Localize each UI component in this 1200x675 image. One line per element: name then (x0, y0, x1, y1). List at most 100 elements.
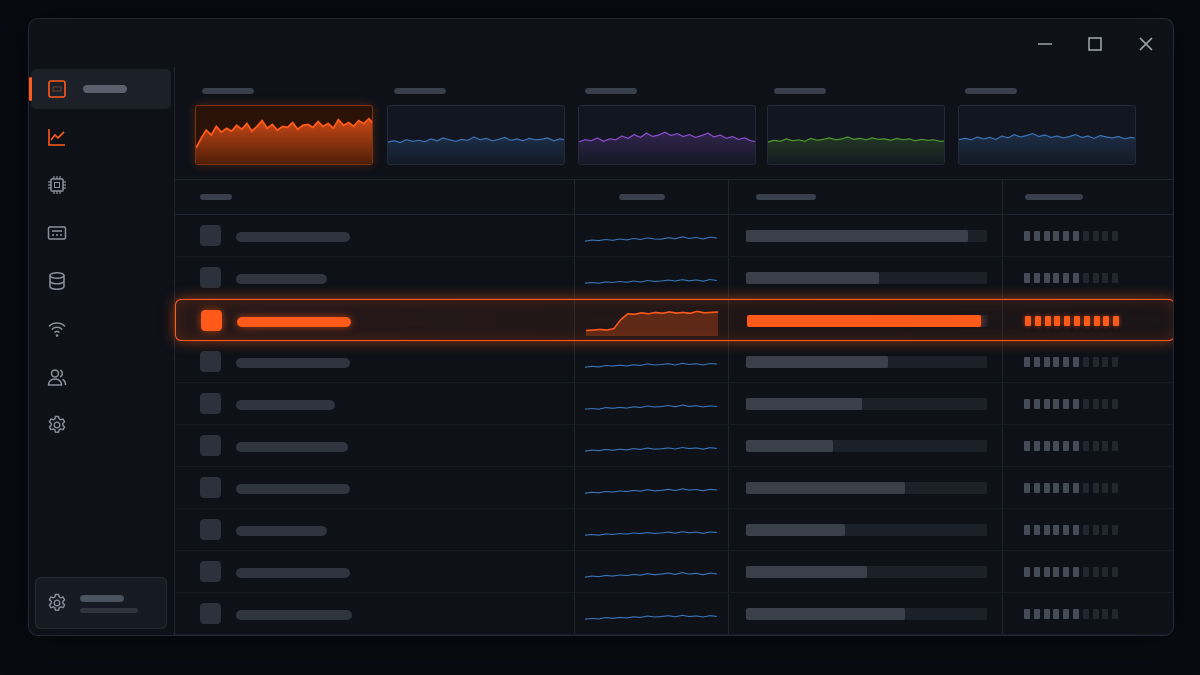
sidebar-item-analytics[interactable] (31, 117, 171, 157)
table-row[interactable] (175, 215, 1173, 257)
level-segment (1102, 609, 1109, 619)
level-segment (1053, 357, 1060, 367)
level-segment (1053, 525, 1060, 535)
usage-bar (746, 356, 987, 368)
level-segment (1102, 441, 1109, 451)
metric-card[interactable] (767, 105, 945, 165)
column-header-activity[interactable] (619, 194, 665, 200)
sparkline-area (196, 118, 372, 164)
row-checkbox[interactable] (200, 561, 221, 582)
level-segment (1073, 525, 1079, 535)
level-segment (1043, 441, 1050, 451)
table-row[interactable] (175, 551, 1173, 593)
table-row[interactable] (175, 593, 1173, 635)
level-segment (1102, 231, 1109, 241)
settings-icon (47, 415, 67, 435)
level-segment (1092, 399, 1099, 409)
sidebar-item-cpu[interactable] (31, 165, 171, 205)
level-segment (1092, 357, 1099, 367)
sidebar-footer-settings[interactable] (35, 577, 167, 629)
sidebar-item-users[interactable] (31, 357, 171, 397)
minimize-icon[interactable] (1032, 31, 1058, 57)
level-segment (1112, 483, 1119, 493)
level-segment (1073, 441, 1079, 451)
sparkline-line (585, 572, 717, 578)
table-row[interactable] (175, 257, 1173, 299)
column-header-usage[interactable] (756, 194, 816, 200)
usage-bar (746, 272, 987, 284)
row-checkbox[interactable] (201, 310, 222, 331)
level-segment (1073, 483, 1079, 493)
usage-bar (746, 440, 987, 452)
row-name-placeholder (236, 568, 350, 578)
row-sparkline (585, 362, 717, 368)
usage-bar-fill (746, 230, 968, 242)
usage-bar-fill (746, 608, 906, 620)
level-segment (1034, 316, 1041, 326)
column-header-name[interactable] (200, 194, 232, 200)
row-checkbox[interactable] (200, 267, 221, 288)
usage-bar-fill (746, 272, 879, 284)
level-segment (1063, 399, 1070, 409)
sidebar-item-label (83, 85, 127, 93)
table-row[interactable] (175, 467, 1173, 509)
level-segment (1082, 525, 1089, 535)
table-header (175, 179, 1173, 215)
table-row[interactable] (175, 341, 1173, 383)
cpu-icon (47, 175, 67, 195)
row-checkbox[interactable] (200, 603, 221, 624)
row-checkbox[interactable] (200, 477, 221, 498)
level-segment (1043, 273, 1050, 283)
metric-card[interactable] (387, 105, 565, 165)
table-row[interactable] (175, 509, 1173, 551)
metric-card[interactable] (578, 105, 756, 165)
row-checkbox[interactable] (200, 519, 221, 540)
row-name-placeholder (236, 400, 335, 410)
metric-cards (175, 67, 1173, 180)
level-segment (1053, 231, 1060, 241)
level-segment (1024, 231, 1030, 241)
metric-sparkline (768, 136, 944, 164)
table-row[interactable] (175, 383, 1173, 425)
maximize-icon[interactable] (1082, 31, 1108, 57)
table-row[interactable] (175, 425, 1173, 467)
row-sparkline (585, 614, 717, 620)
footer-subtitle-placeholder (80, 608, 138, 613)
metric-card[interactable] (958, 105, 1136, 165)
sparkline-line (585, 278, 717, 284)
level-segment (1092, 273, 1099, 283)
usage-bar-fill (746, 524, 845, 536)
row-checkbox[interactable] (200, 393, 221, 414)
row-checkbox[interactable] (200, 435, 221, 456)
sidebar-item-dashboard[interactable] (29, 69, 171, 109)
main-panel (175, 67, 1173, 635)
sidebar-item-memory[interactable] (31, 213, 171, 253)
row-sparkline (585, 531, 717, 536)
sparkline-area (586, 311, 718, 336)
level-segment (1112, 525, 1119, 535)
sidebar-item-database[interactable] (31, 261, 171, 301)
table-row[interactable] (175, 299, 1173, 341)
level-segment (1033, 609, 1040, 619)
level-segment (1082, 609, 1089, 619)
level-segment (1112, 399, 1119, 409)
level-segment (1033, 567, 1040, 577)
level-segment (1102, 399, 1109, 409)
level-segment (1024, 483, 1030, 493)
row-sparkline (585, 278, 717, 284)
row-checkbox[interactable] (200, 351, 221, 372)
metric-sparkline (388, 136, 564, 164)
sidebar-item-settings[interactable] (31, 405, 171, 445)
row-checkbox[interactable] (200, 225, 221, 246)
level-segment (1063, 273, 1070, 283)
close-icon[interactable] (1133, 31, 1159, 57)
usage-bar (746, 566, 987, 578)
sidebar-item-network[interactable] (31, 309, 171, 349)
usage-bar (746, 608, 987, 620)
level-segment (1102, 525, 1109, 535)
column-header-level[interactable] (1025, 194, 1083, 200)
metric-sparkline (579, 131, 755, 164)
level-segment (1063, 567, 1070, 577)
metric-card[interactable] (195, 105, 373, 165)
level-segment (1024, 273, 1030, 283)
